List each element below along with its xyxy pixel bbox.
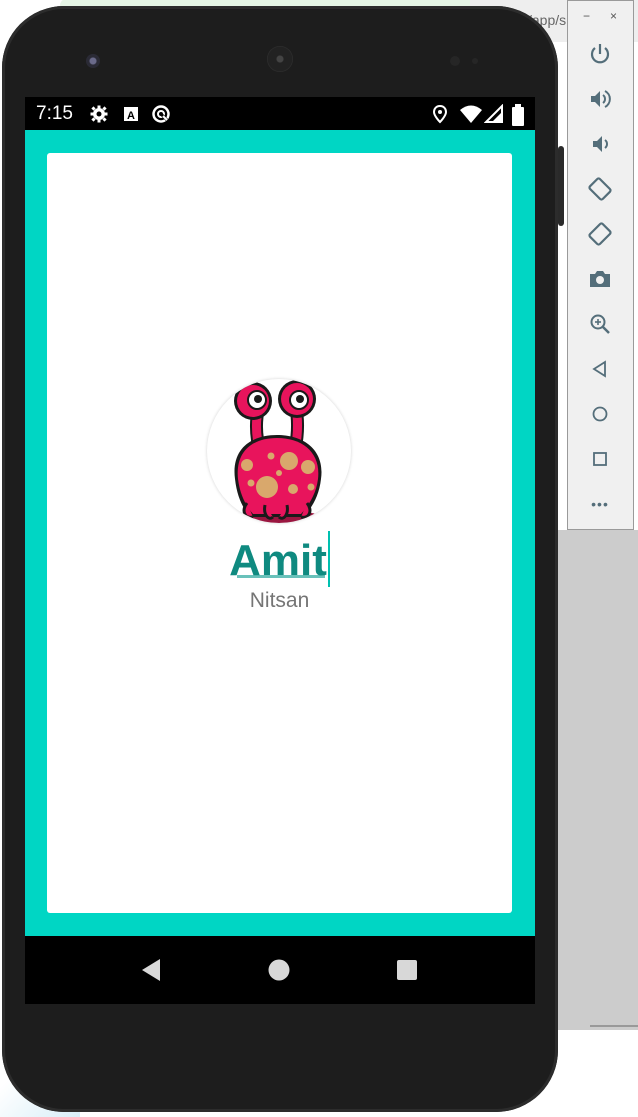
- overview-outline-icon: [593, 452, 607, 466]
- last-name-label: Nitsan: [249, 589, 310, 612]
- navigation-bar: [25, 936, 535, 1004]
- back-outline-icon: [592, 360, 606, 378]
- home-circle-icon: [268, 959, 290, 981]
- emulator-home-button[interactable]: [586, 400, 614, 428]
- camera-icon: [590, 271, 610, 287]
- svg-text:A: A: [127, 110, 135, 122]
- sync-icon: [151, 104, 171, 124]
- volume-up-icon: [591, 90, 611, 108]
- wifi-icon: [459, 104, 482, 124]
- desktop-divider: [590, 1025, 638, 1027]
- earpiece-speaker: [267, 46, 293, 72]
- light-sensor: [472, 58, 478, 64]
- profile-card: Amit Nitsan: [47, 153, 512, 913]
- screenshot-button[interactable]: [586, 265, 614, 293]
- front-camera: [86, 54, 100, 68]
- minimize-button[interactable]: −: [583, 9, 590, 23]
- power-icon: [590, 44, 610, 64]
- first-name-field[interactable]: Amit: [47, 531, 512, 587]
- side-button: [558, 146, 564, 226]
- text-cursor: [327, 531, 330, 587]
- avatar[interactable]: [207, 379, 351, 523]
- rotate-right-button[interactable]: [586, 220, 614, 248]
- font-a-icon: A: [121, 104, 141, 124]
- phone-screen[interactable]: 7:15 A Amit Nitsan: [25, 97, 535, 1004]
- zoom-button[interactable]: [586, 310, 614, 338]
- pink-monster-icon: [234, 380, 323, 523]
- emulator-back-button[interactable]: [586, 355, 614, 383]
- back-button[interactable]: [138, 956, 166, 984]
- clock: 7:15: [36, 103, 73, 124]
- rotate-left-icon: [588, 177, 612, 201]
- close-button[interactable]: ×: [610, 9, 617, 23]
- toolbar-window-controls: − ×: [568, 9, 635, 23]
- gear-icon: [89, 104, 109, 124]
- more-button[interactable]: •••: [586, 490, 614, 518]
- home-button[interactable]: [265, 956, 293, 984]
- power-button[interactable]: [586, 40, 614, 68]
- app-background: Amit Nitsan: [25, 130, 535, 936]
- rotate-left-button[interactable]: [586, 175, 614, 203]
- zoom-icon: [590, 314, 610, 334]
- emulator-overview-button[interactable]: [586, 445, 614, 473]
- location-icon: [430, 104, 450, 124]
- home-outline-icon: [592, 406, 608, 422]
- back-triangle-icon: [142, 959, 160, 981]
- recents-button[interactable]: [393, 956, 421, 984]
- signal-icon: [483, 103, 504, 124]
- emulator-toolbar: − × •••: [567, 0, 634, 530]
- battery-icon: [508, 104, 528, 126]
- proximity-sensor: [450, 56, 460, 66]
- volume-up-button[interactable]: [586, 85, 614, 113]
- phone-frame: 7:15 A Amit Nitsan: [2, 6, 564, 1112]
- volume-down-icon: [593, 136, 608, 152]
- recents-square-icon: [397, 960, 417, 980]
- status-bar: 7:15 A: [25, 97, 535, 130]
- rotate-right-icon: [588, 222, 612, 246]
- volume-down-button[interactable]: [586, 130, 614, 158]
- first-name-text: Amit: [229, 536, 327, 585]
